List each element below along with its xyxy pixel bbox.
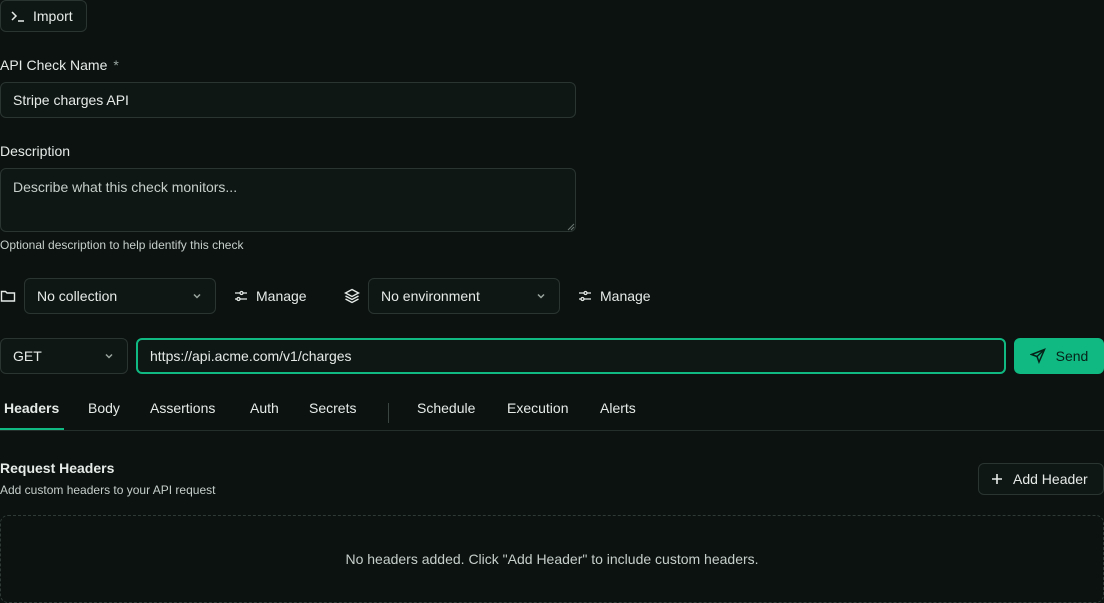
environment-select[interactable]: No environment — [368, 278, 560, 314]
url-input-value: https://api.acme.com/v1/charges — [150, 348, 352, 364]
check-name-label: API Check Name * — [0, 57, 119, 73]
send-button[interactable]: Send — [1014, 338, 1104, 374]
empty-state-text: No headers added. Click "Add Header" to … — [345, 551, 759, 567]
folder-icon — [0, 288, 16, 304]
required-marker: * — [113, 57, 119, 73]
send-icon — [1029, 348, 1046, 364]
sliders-icon — [578, 289, 592, 303]
tab-body[interactable]: Body — [88, 400, 120, 416]
description-label: Description — [0, 143, 71, 159]
import-button-label: Import — [33, 8, 73, 24]
add-header-label: Add Header — [1013, 471, 1088, 487]
description-hint: Optional description to help identify th… — [0, 238, 244, 252]
method-select-value: GET — [13, 348, 42, 364]
tabs-divider — [0, 430, 1104, 431]
request-headers-subtitle: Add custom headers to your API request — [0, 483, 216, 497]
tab-alerts[interactable]: Alerts — [600, 400, 636, 416]
request-headers-title: Request Headers — [0, 460, 115, 476]
description-placeholder: Describe what this check monitors... — [13, 179, 238, 195]
tab-schedule[interactable]: Schedule — [417, 400, 475, 416]
tab-assertions[interactable]: Assertions — [150, 400, 215, 416]
environment-select-value: No environment — [381, 288, 480, 304]
check-name-value: Stripe charges API — [13, 92, 129, 108]
chevron-down-icon — [191, 290, 203, 302]
tab-secrets[interactable]: Secrets — [309, 400, 356, 416]
headers-empty-state: No headers added. Click "Add Header" to … — [0, 515, 1104, 603]
terminal-icon — [11, 9, 25, 23]
url-input[interactable]: https://api.acme.com/v1/charges — [136, 338, 1006, 374]
manage-collection-button[interactable]: Manage — [234, 288, 307, 304]
send-button-label: Send — [1055, 348, 1089, 364]
tab-execution[interactable]: Execution — [507, 400, 568, 416]
tab-auth[interactable]: Auth — [250, 400, 279, 416]
chevron-down-icon — [103, 350, 115, 362]
collection-select-value: No collection — [37, 288, 118, 304]
resize-handle-icon[interactable] — [567, 223, 575, 231]
add-header-button[interactable]: Add Header — [978, 463, 1104, 495]
tab-headers[interactable]: Headers — [4, 400, 59, 416]
collection-select[interactable]: No collection — [24, 278, 216, 314]
description-textarea[interactable]: Describe what this check monitors... — [0, 168, 576, 232]
manage-environment-label: Manage — [600, 288, 651, 304]
chevron-down-icon — [535, 290, 547, 302]
tab-divider — [388, 403, 389, 423]
layers-icon — [344, 288, 360, 304]
import-button[interactable]: Import — [0, 0, 87, 32]
method-select[interactable]: GET — [0, 338, 128, 374]
manage-collection-label: Manage — [256, 288, 307, 304]
check-name-input[interactable]: Stripe charges API — [0, 82, 576, 118]
plus-icon — [991, 473, 1003, 485]
sliders-icon — [234, 289, 248, 303]
manage-environment-button[interactable]: Manage — [578, 288, 651, 304]
